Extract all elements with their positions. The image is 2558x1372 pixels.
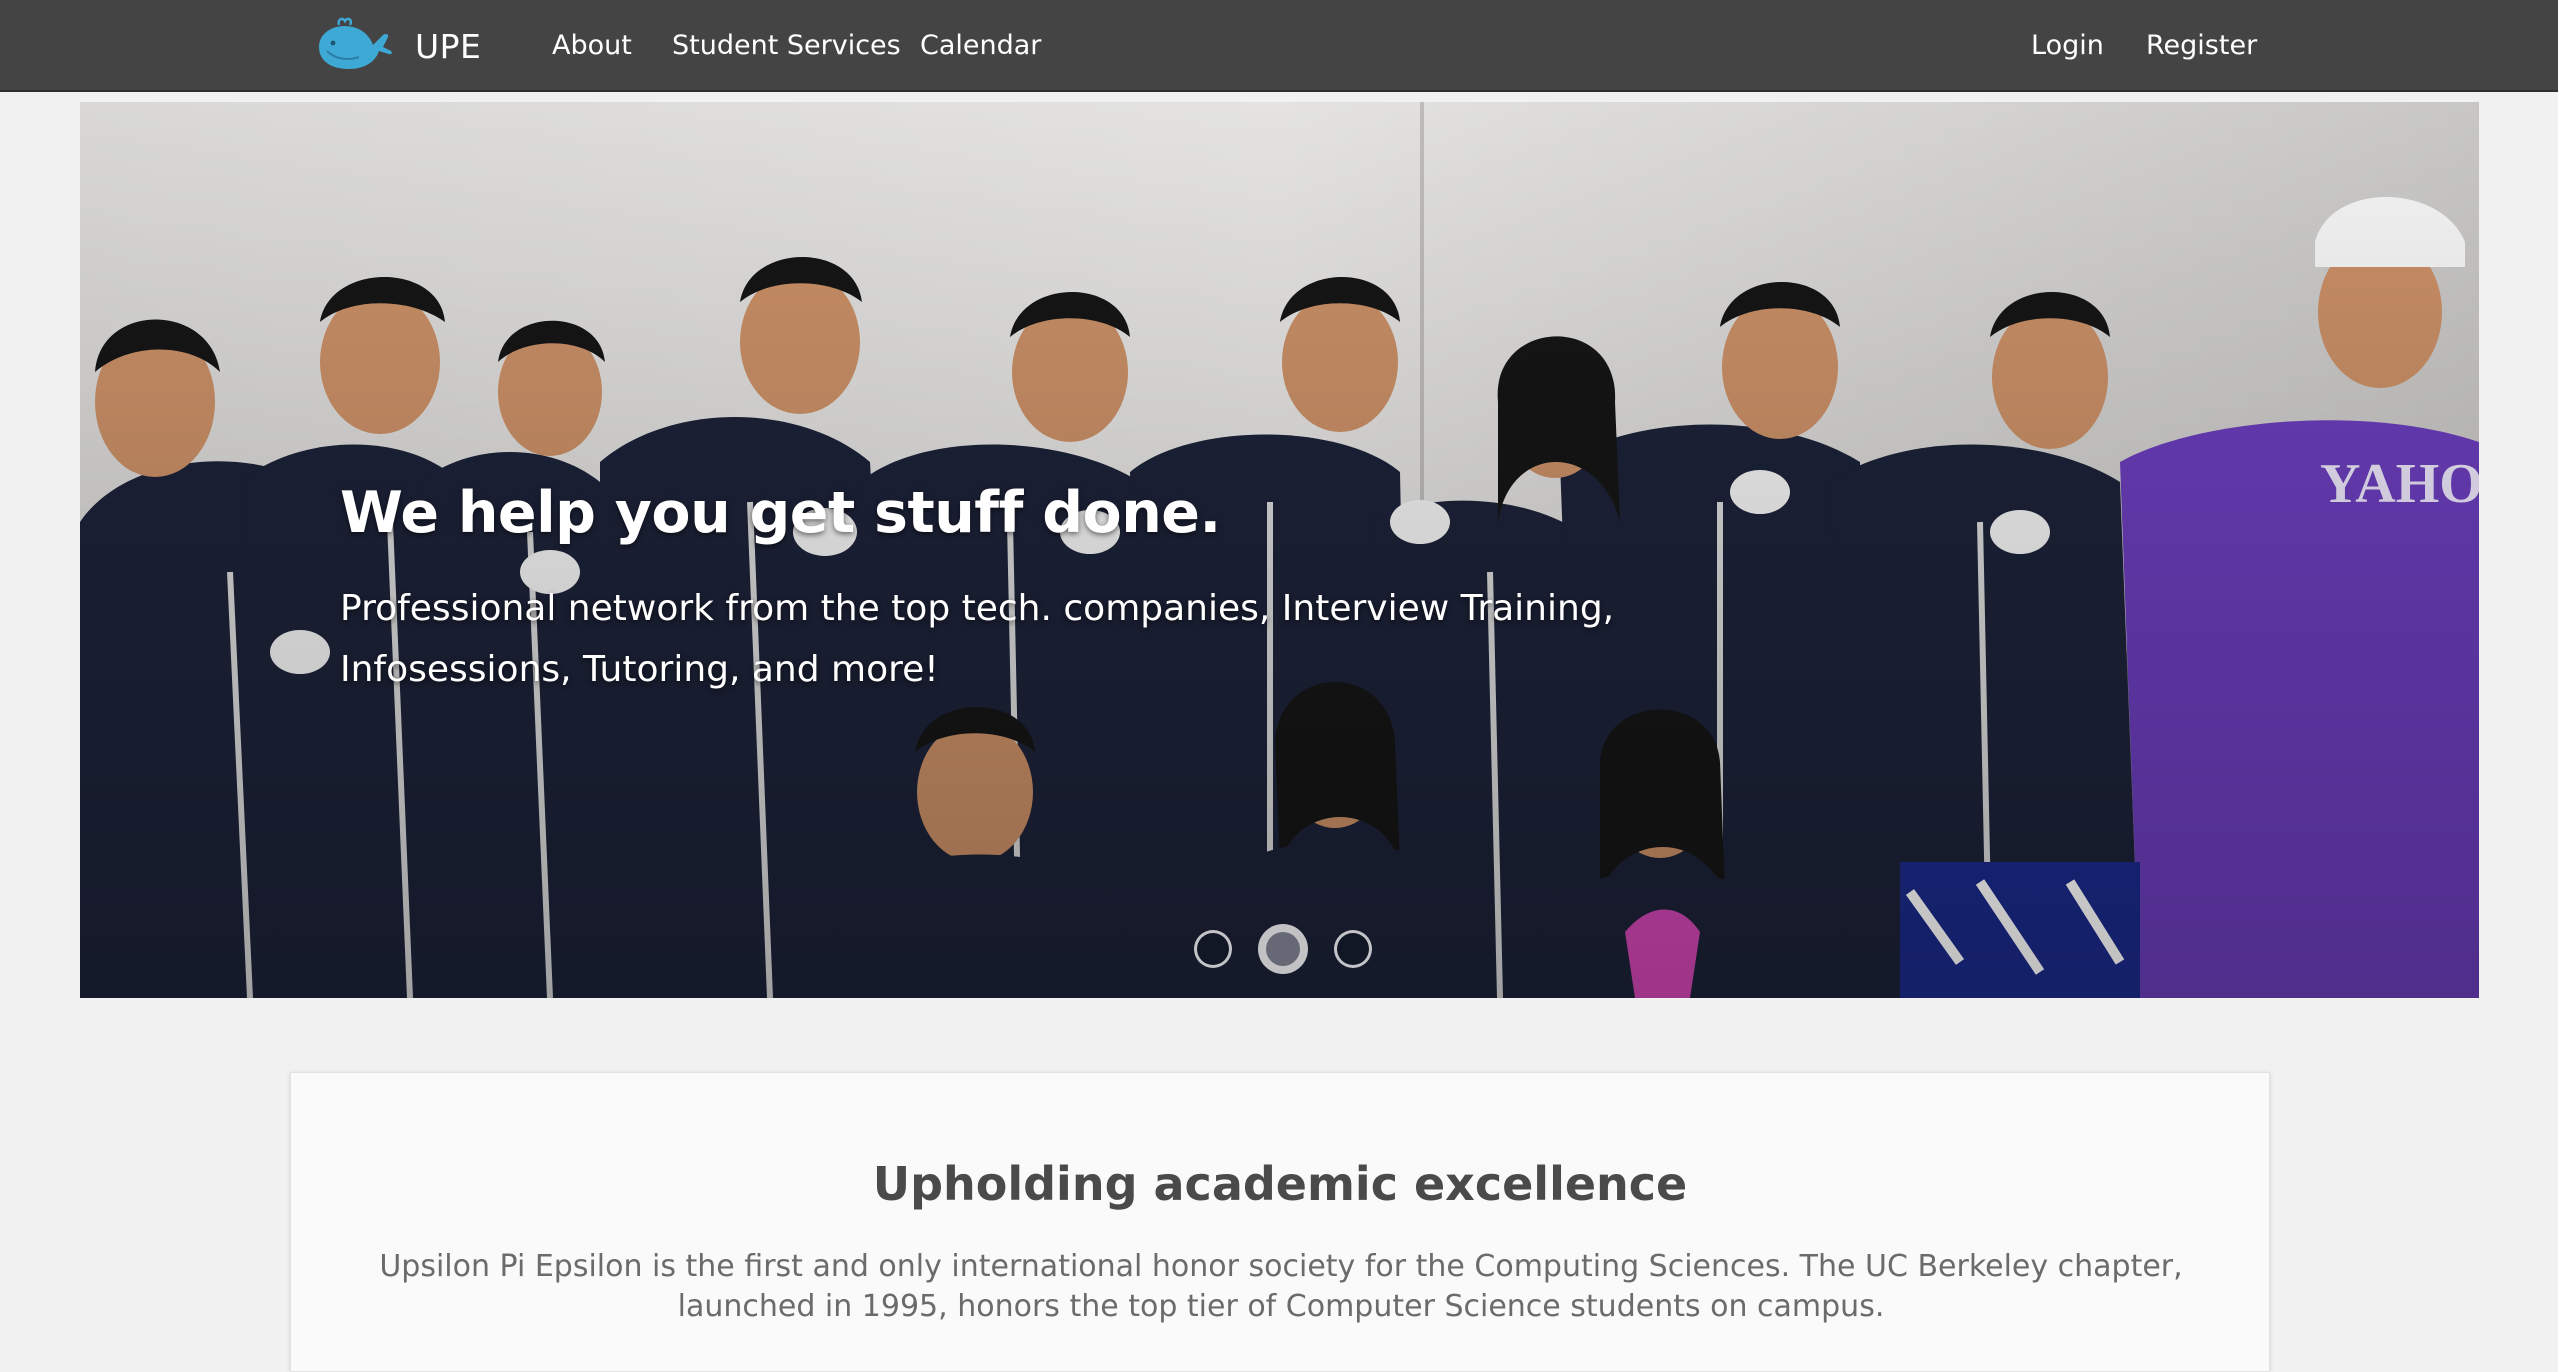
nav-register[interactable]: Register [2146,22,2257,70]
carousel-indicator-1[interactable] [1194,930,1232,968]
nav-calendar[interactable]: Calendar [920,22,1041,70]
carousel-indicators [1194,924,1398,974]
brand-name: UPE [415,26,482,66]
intro-heading: Upholding academic excellence [872,1157,1688,1211]
hero-subtitle: Professional network from the top tech. … [340,588,1615,690]
nav-login[interactable]: Login [2031,22,2104,70]
brand-home-link[interactable]: UPE [313,14,481,78]
hero-title: We help you get stuff done. [340,480,1221,546]
intro-description: Upsilon Pi Epsilon is the first and only… [379,1249,2183,1324]
nav-student-services[interactable]: Student Services [672,22,901,70]
carousel-indicator-3[interactable] [1334,930,1372,968]
hero-carousel[interactable]: YAHOO [80,102,2479,998]
group-photo-image: YAHOO [80,102,2479,998]
carousel-indicator-2[interactable] [1258,924,1308,974]
nav-about[interactable]: About [552,22,632,70]
whale-logo-icon [313,17,393,75]
top-navbar: UPE About Student Services Calendar Logi… [0,0,2558,92]
intro-card: Upholding academic excellence Upsilon Pi… [290,1072,2270,1372]
